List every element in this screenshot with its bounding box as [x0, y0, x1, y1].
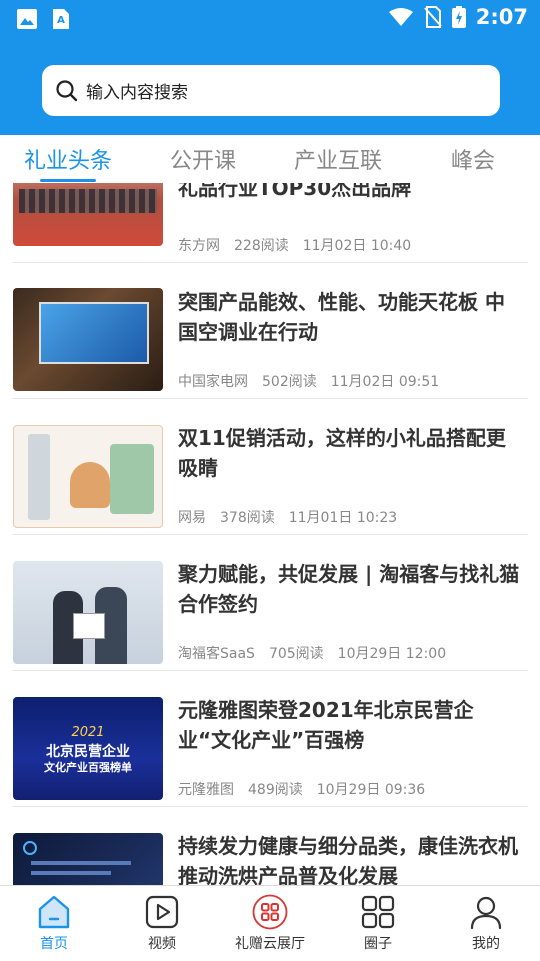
article-title: 礼品行业TOP30杰出品牌 [178, 183, 412, 200]
category-tabs: 礼业头条 公开课 产业互联 峰会 [0, 135, 540, 183]
award-line1-text: 北京民营企业 [46, 744, 130, 760]
article-source: 元隆雅图 [178, 782, 234, 798]
article-thumbnail: 2021 北京民营企业 文化产业百强榜单 [13, 697, 163, 800]
search-bar[interactable]: 输入内容搜索 [42, 65, 500, 116]
article-time: 11月02日 09:51 [330, 374, 440, 390]
article-meta: 东方网 228阅读 11月02日 10:40 [178, 235, 411, 255]
nav-home[interactable]: 首页 [0, 886, 108, 961]
article-item[interactable]: 2021 北京民营企业 文化产业百强榜单 元隆雅图荣登2021年北京民营企业“文… [13, 671, 528, 807]
nav-video-label: 视频 [148, 936, 176, 952]
article-title: 双11促销活动，这样的小礼品搭配更吸睛 [178, 426, 506, 480]
app-notification-icon: A [53, 9, 69, 29]
article-title: 元隆雅图荣登2021年北京民营企业“文化产业”百强榜 [178, 698, 474, 752]
nav-exhibition[interactable]: 礼赠云展厅 [216, 886, 324, 961]
article-source: 淘福客SaaS [178, 646, 255, 662]
article-time: 10月29日 09:36 [316, 782, 426, 798]
tab-summit[interactable]: 峰会 [408, 143, 538, 175]
profile-icon [470, 896, 502, 930]
article-item[interactable]: 礼品行业TOP30杰出品牌 东方网 228阅读 11月02日 10:40 [13, 183, 528, 263]
article-reads: 489阅读 [248, 782, 303, 798]
award-line2-text: 文化产业百强榜单 [44, 761, 132, 774]
article-item[interactable]: 双11促销活动，这样的小礼品搭配更吸睛 网易 378阅读 11月01日 10:2… [13, 399, 528, 535]
app-header: A 2:07 输入内容搜索 [0, 0, 540, 135]
gallery-notification-icon [17, 9, 37, 29]
wifi-icon [388, 8, 413, 26]
no-sim-icon [424, 6, 442, 28]
article-reads: 705阅读 [268, 646, 324, 662]
battery-charging-icon [451, 6, 466, 28]
article-meta: 元隆雅图 489阅读 10月29日 09:36 [178, 779, 425, 799]
search-icon [56, 79, 78, 101]
article-title: 持续发力健康与细分品类，康佳洗衣机推动洗烘产品普及化发展 [178, 834, 518, 885]
article-thumbnail [13, 833, 163, 885]
article-thumbnail [13, 561, 163, 664]
article-time: 10月29日 12:00 [337, 646, 447, 662]
status-time: 2:07 [475, 5, 528, 29]
article-reads: 502阅读 [262, 374, 317, 390]
article-time: 11月02日 10:40 [302, 238, 412, 254]
article-meta: 网易 378阅读 11月01日 10:23 [178, 507, 397, 527]
circle-grid-icon [361, 895, 395, 929]
article-thumbnail [13, 288, 163, 391]
article-thumbnail [13, 425, 163, 528]
exhibition-grid-icon [252, 894, 288, 930]
article-reads: 378阅读 [220, 510, 275, 526]
nav-profile[interactable]: 我的 [432, 886, 540, 961]
video-play-icon [145, 895, 179, 929]
home-icon [38, 895, 70, 929]
article-reads: 228阅读 [234, 238, 289, 254]
nav-home-label: 首页 [40, 936, 68, 952]
article-time: 11月01日 10:23 [288, 510, 398, 526]
tab-industry-internet[interactable]: 产业互联 [273, 143, 403, 175]
svg-text:A: A [57, 15, 65, 26]
nav-circle[interactable]: 圈子 [324, 886, 432, 961]
article-source: 东方网 [178, 238, 220, 254]
article-meta: 中国家电网 502阅读 11月02日 09:51 [178, 371, 439, 391]
tab-headlines[interactable]: 礼业头条 [3, 143, 133, 175]
article-feed[interactable]: 礼品行业TOP30杰出品牌 东方网 228阅读 11月02日 10:40 突围产… [0, 183, 540, 885]
nav-circle-label: 圈子 [364, 936, 392, 952]
article-title: 突围产品能效、性能、功能天花板 中国空调业在行动 [178, 290, 505, 344]
article-item[interactable]: 突围产品能效、性能、功能天花板 中国空调业在行动 中国家电网 502阅读 11月… [13, 263, 528, 399]
article-item[interactable]: 聚力赋能，共促发展 | 淘福客与找礼猫合作签约 淘福客SaaS 705阅读 10… [13, 535, 528, 671]
tab-open-course[interactable]: 公开课 [138, 143, 268, 175]
article-title: 聚力赋能，共促发展 | 淘福客与找礼猫合作签约 [178, 562, 520, 616]
article-thumbnail [13, 183, 163, 246]
article-item[interactable]: 持续发力健康与细分品类，康佳洗衣机推动洗烘产品普及化发展 [13, 807, 528, 885]
nav-exhibition-label: 礼赠云展厅 [235, 936, 305, 952]
nav-video[interactable]: 视频 [108, 886, 216, 961]
search-placeholder: 输入内容搜索 [86, 83, 188, 103]
status-bar: A 2:07 [0, 0, 540, 36]
nav-profile-label: 我的 [472, 936, 500, 952]
article-meta: 淘福客SaaS 705阅读 10月29日 12:00 [178, 643, 446, 663]
article-source: 网易 [178, 510, 206, 526]
article-source: 中国家电网 [178, 374, 248, 390]
active-tab-indicator [40, 179, 96, 182]
award-year-text: 2021 [71, 725, 105, 740]
bottom-navigation: 首页 视频 礼赠云展厅 圈子 我的 [0, 885, 540, 960]
